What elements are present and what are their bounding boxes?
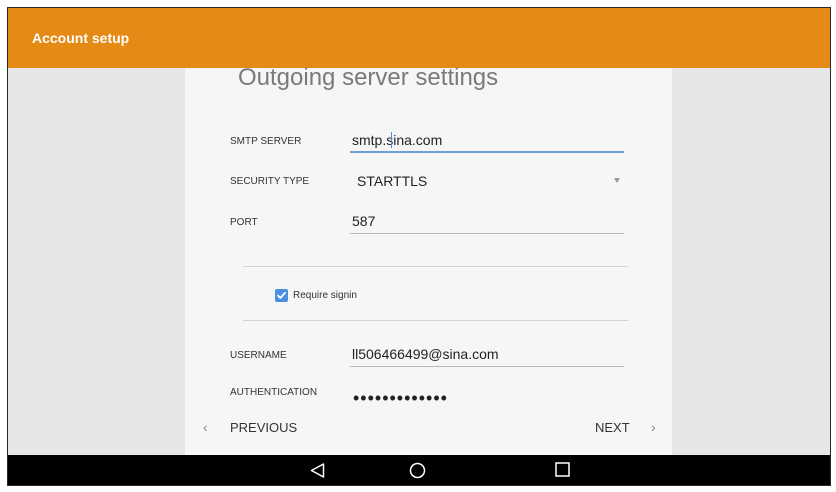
page-title: Outgoing server settings	[238, 68, 499, 91]
app-bar: Account setup	[8, 8, 830, 68]
require-signin-label: Require signin	[293, 290, 357, 301]
recents-icon[interactable]	[555, 462, 570, 477]
authentication-input[interactable]: •••••••••••••	[353, 388, 448, 403]
wizard-nav: ‹ PREVIOUS NEXT ›	[185, 403, 672, 455]
username-input[interactable]: ll506466499@sina.com	[352, 346, 499, 362]
system-navigation-bar	[8, 455, 830, 485]
screen: Account setup Outgoing server settings S…	[7, 7, 831, 486]
port-underline	[350, 233, 624, 234]
security-type-select[interactable]: STARTTLS	[357, 173, 427, 189]
text-cursor	[391, 132, 392, 148]
username-label: USERNAME	[230, 350, 287, 361]
smtp-server-label: SMTP SERVER	[230, 136, 302, 147]
authentication-label: AUTHENTICATION	[230, 387, 318, 398]
security-type-label: SECURITY TYPE	[230, 176, 310, 187]
next-button[interactable]: NEXT	[595, 420, 630, 435]
divider	[243, 266, 628, 267]
previous-button[interactable]: PREVIOUS	[230, 420, 297, 435]
require-signin-checkbox[interactable]	[275, 289, 288, 302]
check-icon	[277, 291, 286, 299]
back-icon[interactable]	[309, 462, 326, 479]
divider	[243, 320, 628, 321]
username-underline	[350, 366, 624, 367]
dropdown-arrow-icon[interactable]	[614, 178, 620, 183]
port-label: PORT	[230, 217, 258, 228]
chevron-left-icon[interactable]: ‹	[203, 419, 208, 435]
app-title: Account setup	[32, 30, 130, 46]
smtp-server-input[interactable]: smtp.sina.com	[352, 132, 442, 148]
settings-card: Outgoing server settings SMTP SERVER smt…	[185, 68, 672, 403]
smtp-server-underline	[350, 151, 624, 153]
chevron-right-icon[interactable]: ›	[651, 419, 656, 435]
port-input[interactable]: 587	[352, 213, 375, 229]
home-icon[interactable]	[409, 462, 426, 479]
